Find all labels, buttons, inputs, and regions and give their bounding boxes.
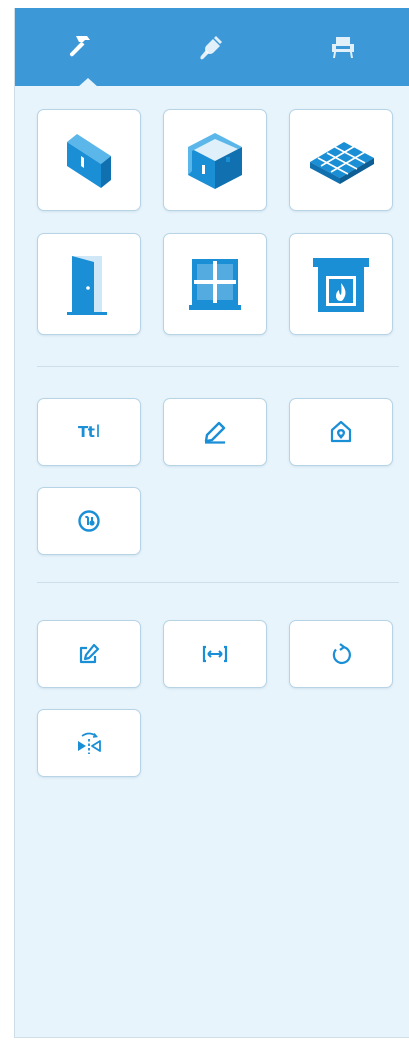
circle-badge-icon [77,509,101,533]
window-tool-button[interactable] [163,233,267,335]
draw-tool-button[interactable] [163,398,267,466]
section-divider [37,366,399,367]
tab-build[interactable] [15,8,146,86]
wall-tool-button[interactable] [37,109,141,211]
active-tab-indicator [78,78,98,87]
toolbox-panel: Tt I [14,8,409,1038]
edit-tool-button[interactable] [37,620,141,688]
pencil-icon [202,420,228,444]
section-divider [37,582,399,583]
text-tool-icon: Tt I [78,422,100,442]
fireplace-tool-button[interactable] [289,233,393,335]
floor-tool-button[interactable] [289,109,393,211]
window-icon [184,253,246,315]
rotate-icon [330,642,352,666]
door-icon [64,252,114,316]
fireplace-icon [309,254,373,314]
door-tool-button[interactable] [37,233,141,335]
mirror-tool-button[interactable] [37,709,141,777]
dimension-icon [202,644,228,664]
paint-brush-icon [198,33,226,61]
armchair-icon [329,33,357,61]
rotate-tool-button[interactable] [289,620,393,688]
room-tool-button[interactable] [163,109,267,211]
hammer-icon [66,32,96,62]
text-tool-label: Tt [78,423,95,441]
edit-icon [77,643,101,665]
mirror-icon [75,730,103,756]
house-location-icon [330,420,352,444]
tab-furnish[interactable] [277,8,408,86]
text-cursor-glyph: I [95,422,100,442]
wall-icon [59,128,119,192]
text-tool-button[interactable]: Tt I [37,398,141,466]
location-tool-button[interactable] [289,398,393,466]
room-icon [182,127,248,193]
tab-decorate[interactable] [146,8,277,86]
category-tab-bar [15,8,409,87]
measure-tool-button[interactable] [163,620,267,688]
badge-tool-button[interactable] [37,487,141,555]
floor-tiles-icon [304,132,378,188]
